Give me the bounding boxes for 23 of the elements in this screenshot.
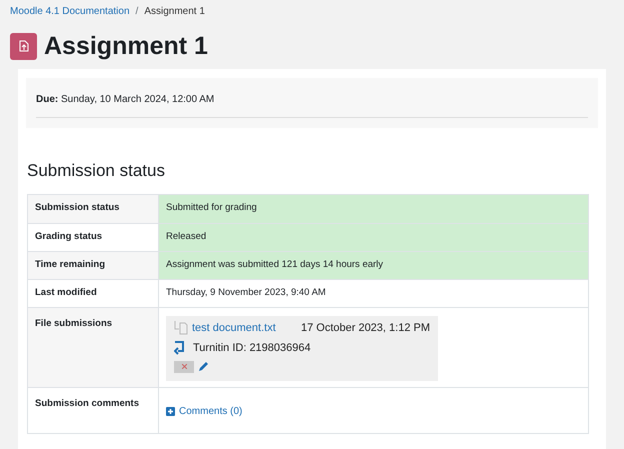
value-text: Thursday, 9 November 2023, 9:40 AM	[166, 286, 326, 300]
value-text: Assignment was submitted 121 days 14 hours early	[166, 258, 384, 272]
breadcrumb-current: Assignment 1	[144, 5, 205, 19]
file-link[interactable]: test document.txt	[192, 320, 276, 336]
page-title: Assignment 1	[44, 34, 208, 58]
assignment-icon	[10, 32, 37, 60]
section-title: Submission status	[27, 160, 166, 182]
row-label: File submissions	[28, 308, 159, 386]
pencil-icon[interactable]	[198, 361, 209, 372]
row-label: Time remaining	[28, 252, 159, 278]
breadcrumb-link[interactable]: Moodle 4.1 Documentation	[10, 4, 130, 19]
close-icon	[182, 364, 186, 369]
file-icon	[174, 320, 188, 335]
value-text: Released	[166, 230, 206, 244]
turnitin-id: Turnitin ID: 2198036964	[193, 341, 311, 356]
due-date: Due: Sunday, 10 March 2024, 12:00 AM	[36, 92, 588, 118]
file-date: 17 October 2023, 1:12 PM	[300, 320, 430, 336]
score-button[interactable]	[174, 360, 194, 372]
row-label: Submission status	[28, 194, 159, 222]
breadcrumb-separator: /	[134, 5, 140, 19]
value-text: Submitted for grading	[166, 201, 257, 216]
comments-link[interactable]: Comments (0)	[166, 404, 581, 418]
plus-icon	[166, 406, 175, 416]
